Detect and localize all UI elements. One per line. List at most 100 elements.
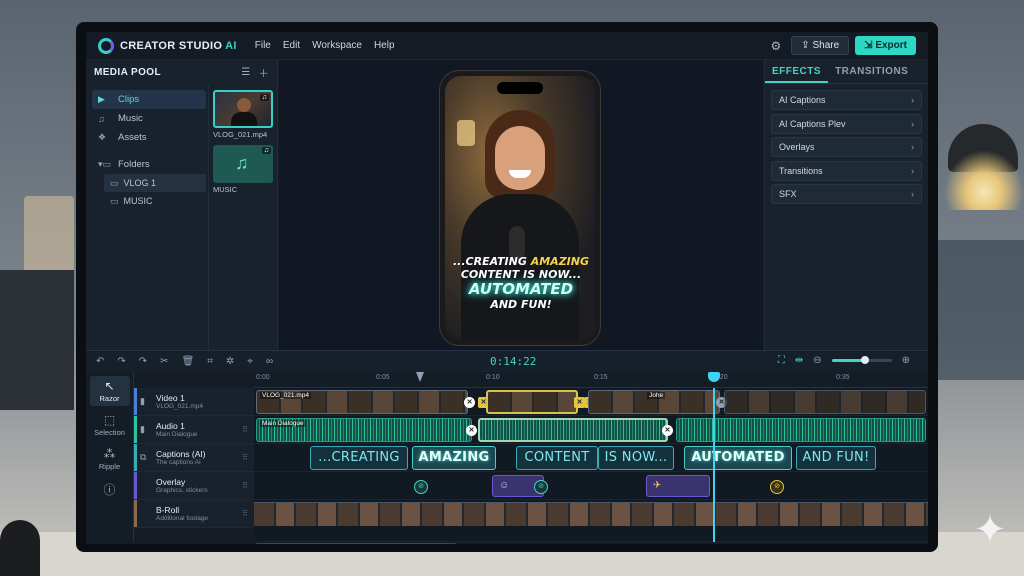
export-button[interactable]: ⇲ Export — [855, 36, 916, 55]
info-icon: ⓘ — [103, 483, 116, 497]
caption-chip-highlight[interactable]: AMAZING — [412, 446, 496, 470]
caption-chip[interactable]: CONTENT — [516, 446, 598, 470]
caption-chip[interactable]: ...CREATING — [310, 446, 408, 470]
tab-transitions[interactable]: TRANSITIONS — [828, 60, 915, 83]
caption-chip[interactable]: AND FUN! — [796, 446, 876, 470]
link-icon[interactable]: ∞ — [266, 356, 273, 367]
overlay-keyframe-icon[interactable]: ⊘ — [534, 480, 548, 494]
media-thumb-video[interactable]: ♫ — [213, 90, 273, 128]
caption-line1-highlight: AMAZING — [530, 255, 589, 268]
video-clip[interactable] — [724, 390, 926, 414]
folder-music-label: MUSIC — [123, 196, 153, 206]
redo-icon[interactable]: ↷ — [117, 356, 125, 367]
caption-chip-highlight[interactable]: AUTOMATED — [684, 446, 792, 470]
chevron-right-icon: › — [911, 142, 914, 152]
caption-line3-glow: AUTOMATED — [468, 280, 574, 299]
media-thumb-music[interactable]: ♫ ♫ — [213, 145, 273, 183]
menu-edit[interactable]: Edit — [283, 40, 300, 51]
folder-vlog1[interactable]: ▭ VLOG 1 — [104, 174, 206, 192]
folder-music[interactable]: ▭ MUSIC — [104, 192, 206, 210]
menu-help[interactable]: Help — [374, 40, 395, 51]
effect-ai-captions-plev[interactable]: AI Captions Plev › — [771, 113, 922, 134]
media-pool-panel: MEDIA POOL ☰ ＋ ▶ Clips ♫ Music ❖ Assets ▾▭ F… — [86, 60, 278, 350]
effects-tabs: EFFECTS TRANSITIONS — [765, 60, 928, 84]
undo-icon[interactable]: ↶ — [96, 356, 104, 367]
caption-chip[interactable]: IS NOW... — [598, 446, 674, 470]
track-sub: Additional footage — [156, 515, 209, 522]
menu-workspace[interactable]: Workspace — [312, 40, 362, 51]
track-header-broll[interactable]: B-Roll Additional footage ⠿ — [134, 500, 254, 528]
fit-icon[interactable]: ⇹ — [795, 355, 803, 366]
overlay-keyframe-icon[interactable]: ⊘ — [770, 480, 784, 494]
background-window-light — [24, 196, 74, 276]
track-header-video[interactable]: ▮ Video 1 VLOG_021.mp4 — [134, 388, 254, 416]
media-pool-title: MEDIA POOL — [94, 66, 161, 78]
broll-clip[interactable] — [254, 502, 928, 526]
share-label: Share — [812, 40, 840, 51]
overlay-keyframe-icon[interactable]: ⊘ — [414, 480, 428, 494]
playhead[interactable] — [713, 388, 715, 542]
drag-handle-icon[interactable]: ⠿ — [242, 425, 248, 434]
zoom-controls: ⛶ ⇹ ⊖ ⊕ — [778, 355, 920, 366]
video-clip-selected[interactable] — [486, 390, 578, 414]
media-thumbnails: ♫ VLOG_021.mp4 ♫ ♫ MUSIC — [208, 84, 278, 350]
redo-alt-icon[interactable]: ↷ — [139, 356, 147, 367]
graphic-clip[interactable]: ✈ — [646, 475, 710, 497]
delete-icon[interactable]: 🗑 — [182, 356, 195, 367]
crop-icon[interactable]: ⌗ — [207, 356, 213, 367]
effect-sfx[interactable]: SFX › — [771, 184, 922, 204]
video-clip[interactable]: Johe — [588, 390, 720, 414]
settings-gear-icon[interactable]: ⚙ — [771, 39, 782, 53]
tool-razor-label: Razor — [99, 394, 120, 403]
audio-clip-selected[interactable] — [478, 418, 668, 442]
nav-assets[interactable]: ❖ Assets — [92, 128, 206, 147]
ruler-tick: 0:10 — [486, 374, 500, 381]
tool-ripple[interactable]: ⁂ Ripple — [90, 444, 130, 474]
tab-effects[interactable]: EFFECTS — [765, 60, 829, 83]
tool-selection[interactable]: ⬚ Selection — [90, 410, 130, 440]
zoom-in-icon[interactable]: ⊕ — [902, 355, 910, 366]
audio-clip[interactable]: Main Dialogue — [256, 418, 472, 442]
menu-file[interactable]: File — [255, 40, 271, 51]
ai-tool-icon[interactable]: ✲ — [226, 356, 234, 367]
ruler-tick: 0:05 — [376, 374, 390, 381]
track-header-captions[interactable]: ⧉ Captions (AI) The captions AI ⠿ — [134, 444, 254, 472]
timeline-ruler[interactable]: 0:00 0:05 0:10 0:15 0:20 0:35 — [254, 372, 928, 388]
list-view-icon[interactable]: ☰ — [241, 67, 250, 78]
transition-x-icon[interactable]: ✕ — [464, 397, 475, 408]
track-header-overlay[interactable]: Overlay Graphics, stickers ⠿ — [134, 472, 254, 500]
audio-cut-icon[interactable]: ✕ — [662, 425, 673, 436]
effect-ai-captions[interactable]: AI Captions › — [771, 90, 922, 110]
timeline-toolbar: ↶ ↷ ↷ ✂ 🗑 ⌗ ✲ ⌖ ∞ 0:14:22 ⛶ ⇹ ⊖ ⊕ — [86, 350, 928, 372]
effect-transitions[interactable]: Transitions › — [771, 160, 922, 181]
add-media-icon[interactable]: ＋ — [259, 65, 269, 80]
timeline-scrollbar[interactable] — [256, 543, 456, 544]
drag-handle-icon[interactable]: ⠿ — [242, 481, 248, 490]
media-thumb-music-label: MUSIC — [213, 185, 238, 194]
nav-folders-label: Folders — [118, 159, 150, 170]
nav-music[interactable]: ♫ Music — [92, 109, 206, 128]
tool-razor[interactable]: ↖ Razor — [89, 376, 130, 406]
nav-folders[interactable]: ▾▭ Folders — [92, 155, 206, 174]
effect-overlays[interactable]: Overlays › — [771, 137, 922, 157]
target-icon[interactable]: ⌖ — [247, 356, 253, 367]
drag-handle-icon[interactable]: ⠿ — [242, 509, 248, 518]
zoom-slider[interactable] — [831, 356, 892, 364]
chevron-right-icon: › — [911, 189, 914, 199]
snap-icon[interactable]: ⛶ — [778, 355, 785, 366]
track-header-audio[interactable]: ▮ Audio 1 Main Dialogue ⠿ — [134, 416, 254, 444]
share-button[interactable]: ⇪ Share — [791, 36, 850, 55]
media-pool-header: MEDIA POOL ☰ ＋ — [86, 60, 277, 84]
video-clip[interactable]: VLOG_021.mp4 — [256, 390, 468, 414]
nav-clips[interactable]: ▶ Clips — [92, 90, 206, 109]
tool-info[interactable]: ⓘ — [90, 478, 130, 502]
zoom-slider-knob[interactable] — [860, 356, 869, 364]
audio-track-icon: ▮ — [140, 424, 145, 434]
audio-cut-icon[interactable]: ✕ — [466, 425, 477, 436]
cut-icon[interactable]: ✂ — [160, 356, 168, 367]
drag-handle-icon[interactable]: ⠿ — [242, 453, 248, 462]
zoom-out-icon[interactable]: ⊖ — [813, 355, 821, 366]
track-name: B-Roll — [156, 505, 180, 515]
ruler-tick: 0:15 — [594, 374, 608, 381]
video-preview[interactable]: ...CREATING AMAZING CONTENT IS NOW... AU… — [445, 76, 595, 340]
